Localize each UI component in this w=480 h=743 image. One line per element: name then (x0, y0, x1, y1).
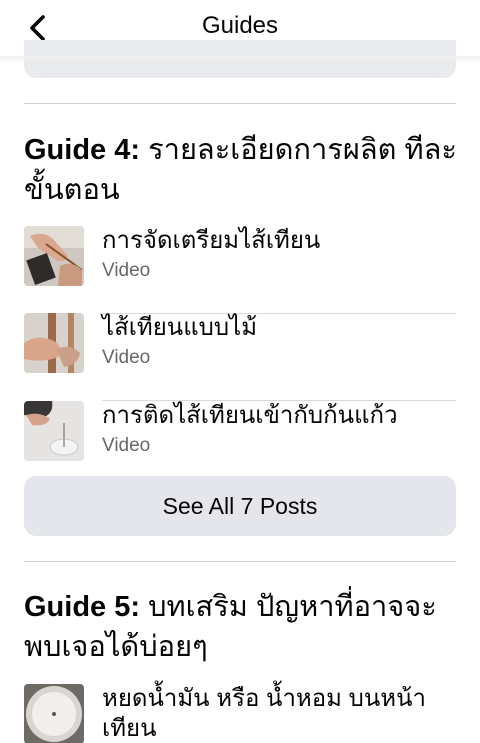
item-title: หยดน้ำมัน หรือ น้ำหอม บนหน้าเทียน (102, 685, 426, 742)
header-shadow (0, 56, 480, 64)
item-title: ไส้เทียนแบบไม้ (102, 314, 258, 341)
guide-5-number: Guide 5: (24, 591, 141, 623)
guide-4-title: Guide 4: รายละเอียดการผลิต ทีละขั้นตอน (24, 130, 464, 210)
item-title: การติดไส้เทียนเข้ากับก้นแก้ว (102, 402, 398, 429)
video-thumbnail (24, 401, 84, 461)
guide-4-number: Guide 4: (24, 134, 141, 166)
item-type: Video (102, 435, 151, 456)
guide-item[interactable]: หยดน้ำมัน หรือ น้ำหอม บนหน้าเทียน (24, 684, 456, 743)
item-title: การจัดเตรียมไส้เทียน (102, 227, 321, 254)
item-type: Video (102, 347, 151, 368)
section-divider (24, 103, 456, 104)
candle-thumbnail (24, 684, 84, 743)
guide-item[interactable]: ไส้เทียนแบบไม้ Video (24, 313, 456, 401)
guide-item[interactable]: การจัดเตรียมไส้เทียน Video (24, 226, 456, 314)
section-divider (24, 561, 456, 562)
video-thumbnail (24, 226, 84, 286)
video-thumbnail (24, 313, 84, 373)
item-type: Video (102, 260, 151, 281)
see-all-posts-button[interactable]: See All 7 Posts (24, 476, 456, 536)
page-title: Guides (201, 12, 279, 39)
guide-5-title: Guide 5: บทเสริม ปัญหาที่อาจจะพบเจอได้บ่… (24, 587, 464, 667)
